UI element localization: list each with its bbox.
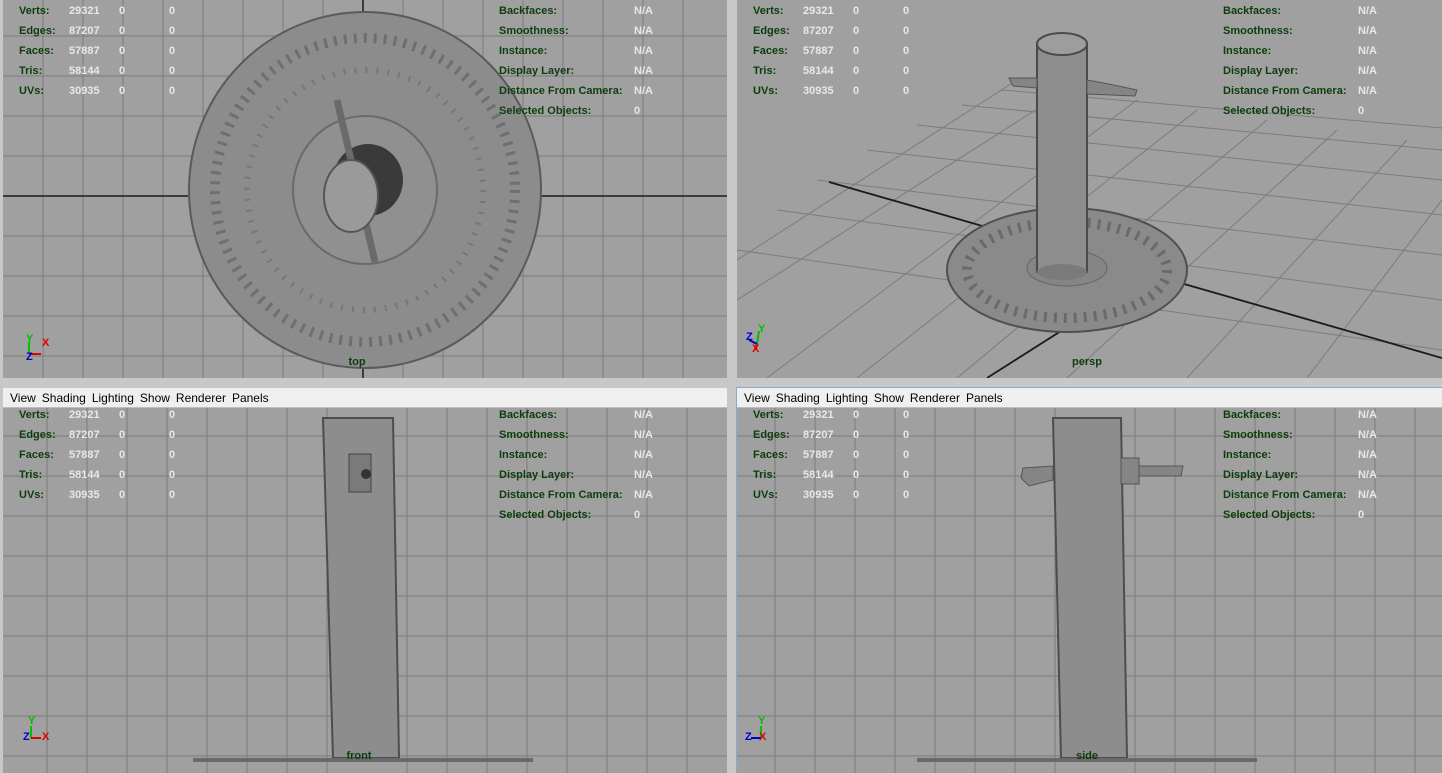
base-plate (188, 11, 542, 369)
hud-row-edges: Edges: 87207 0 0 (753, 25, 910, 37)
axis-label-x: X (759, 731, 767, 743)
viewport-top[interactable]: top Y X Z Verts: 29321 0 0 Edges: 87207 0 0 Fa… (3, 0, 727, 378)
viewport-persp[interactable]: persp Y Z X Verts: 29321 0 0 Edges: 87207 0 0 … (737, 0, 1442, 378)
hud-row-faces: Faces: 57887 0 0 (753, 449, 910, 461)
object-info-hud: Backfaces: N/A Smoothness: N/A Instance: N/… (1223, 1, 1377, 121)
hud-row-smoothness: Smoothness: N/A (499, 25, 653, 37)
camera-name-label: persp (1072, 356, 1102, 368)
hud-row-distance: Distance From Camera: N/A (1223, 85, 1377, 97)
hud-row-edges: Edges: 87207 0 0 (19, 25, 176, 37)
hud-row-selected: Selected Objects: 0 (1223, 105, 1365, 117)
axis-label-z: Z (745, 731, 752, 743)
axis-label-x: X (42, 337, 50, 349)
hud-row-uvs: UVs: 30935 0 0 (19, 489, 176, 501)
menu-renderer[interactable]: Renderer (176, 391, 226, 405)
menu-view[interactable]: View (744, 391, 770, 405)
hud-row-display-layer: Display Layer: N/A (1223, 469, 1377, 481)
viewport-front[interactable]: View Shading Lighting Show Renderer Pane… (3, 388, 727, 773)
hud-row-backfaces: Backfaces: N/A (1223, 5, 1377, 17)
hud-row-selected: Selected Objects: 0 (499, 509, 641, 521)
hud-row-selected: Selected Objects: 0 (1223, 509, 1365, 521)
hud-row-display-layer: Display Layer: N/A (499, 65, 653, 77)
hud-row-uvs: UVs: 30935 0 0 (753, 85, 910, 97)
hud-row-instance: Instance: N/A (499, 45, 653, 57)
poly-count-hud: Verts: 29321 0 0 Edges: 87207 0 0 Faces: 57887 0… (19, 1, 209, 101)
hud-row-faces: Faces: 57887 0 0 (753, 45, 910, 57)
hud-row-display-layer: Display Layer: N/A (499, 469, 653, 481)
axis-indicator: Y X Z (25, 333, 55, 366)
hud-row-tris: Tris: 58144 0 0 (19, 469, 176, 481)
hud-row-verts: Verts: 29321 0 0 (753, 5, 910, 17)
menu-lighting[interactable]: Lighting (92, 391, 134, 405)
poly-count-hud: Verts: 29321 0 0 Edges: 87207 0 0 Faces: 57887 0… (753, 405, 943, 505)
pole-model (917, 417, 1257, 762)
axis-label-y: Y (26, 333, 34, 345)
menu-panels[interactable]: Panels (966, 391, 1003, 405)
object-info-hud: Backfaces: N/A Smoothness: N/A Instance: N/… (499, 405, 653, 525)
axis-indicator: Y Z X (23, 715, 55, 748)
hud-row-faces: Faces: 57887 0 0 (19, 449, 176, 461)
hud-row-backfaces: Backfaces: N/A (1223, 409, 1377, 421)
menu-shading[interactable]: Shading (776, 391, 820, 405)
hud-row-smoothness: Smoothness: N/A (499, 429, 653, 441)
hud-row-tris: Tris: 58144 0 0 (753, 469, 910, 481)
hud-row-distance: Distance From Camera: N/A (1223, 489, 1377, 501)
hud-row-display-layer: Display Layer: N/A (1223, 65, 1377, 77)
hud-row-tris: Tris: 58144 0 0 (19, 65, 176, 77)
poly-count-hud: Verts: 29321 0 0 Edges: 87207 0 0 Faces: 57887 0… (19, 405, 209, 505)
hud-row-selected: Selected Objects: 0 (499, 105, 641, 117)
axis-label-z: Z (26, 351, 33, 363)
axis-label-z: Z (23, 731, 30, 743)
object-info-hud: Backfaces: N/A Smoothness: N/A Instance: N/… (499, 1, 653, 121)
menu-shading[interactable]: Shading (42, 391, 86, 405)
hud-row-instance: Instance: N/A (499, 449, 653, 461)
menu-show[interactable]: Show (874, 391, 904, 405)
hud-row-distance: Distance From Camera: N/A (499, 85, 653, 97)
hud-row-distance: Distance From Camera: N/A (499, 489, 653, 501)
pole-model (193, 417, 533, 762)
hud-row-instance: Instance: N/A (1223, 449, 1377, 461)
poly-count-hud: Verts: 29321 0 0 Edges: 87207 0 0 Faces: 57887 0… (753, 1, 943, 101)
hud-row-uvs: UVs: 30935 0 0 (753, 489, 910, 501)
hud-row-faces: Faces: 57887 0 0 (19, 45, 176, 57)
hud-row-backfaces: Backfaces: N/A (499, 409, 653, 421)
menu-show[interactable]: Show (140, 391, 170, 405)
hud-row-edges: Edges: 87207 0 0 (753, 429, 910, 441)
axis-label-y: Y (758, 323, 766, 335)
hud-row-verts: Verts: 29321 0 0 (19, 5, 176, 17)
axis-label-x: X (42, 731, 50, 743)
camera-name-label: top (348, 356, 366, 368)
menu-view[interactable]: View (10, 391, 36, 405)
axis-label-y: Y (28, 715, 36, 727)
axis-label-y: Y (758, 715, 766, 727)
axis-label-x: X (752, 343, 760, 355)
object-info-hud: Backfaces: N/A Smoothness: N/A Instance: N/… (1223, 405, 1377, 525)
axis-label-z: Z (746, 331, 753, 343)
axis-indicator: Y Z X (745, 323, 775, 356)
hud-row-edges: Edges: 87207 0 0 (19, 429, 176, 441)
menu-panels[interactable]: Panels (232, 391, 269, 405)
hud-row-backfaces: Backfaces: N/A (499, 5, 653, 17)
hud-row-smoothness: Smoothness: N/A (1223, 429, 1377, 441)
hud-row-tris: Tris: 58144 0 0 (753, 65, 910, 77)
camera-name-label: front (346, 750, 372, 762)
viewport-side[interactable]: View Shading Lighting Show Renderer Pane… (736, 387, 1442, 773)
hud-row-instance: Instance: N/A (1223, 45, 1377, 57)
hud-row-smoothness: Smoothness: N/A (1223, 25, 1377, 37)
hud-row-verts: Verts: 29321 0 0 (19, 409, 176, 421)
hud-row-uvs: UVs: 30935 0 0 (19, 85, 176, 97)
hud-row-verts: Verts: 29321 0 0 (753, 409, 910, 421)
menu-renderer[interactable]: Renderer (910, 391, 960, 405)
axis-indicator: Y Z X (745, 715, 775, 748)
camera-name-label: side (1075, 750, 1099, 762)
menu-lighting[interactable]: Lighting (826, 391, 868, 405)
